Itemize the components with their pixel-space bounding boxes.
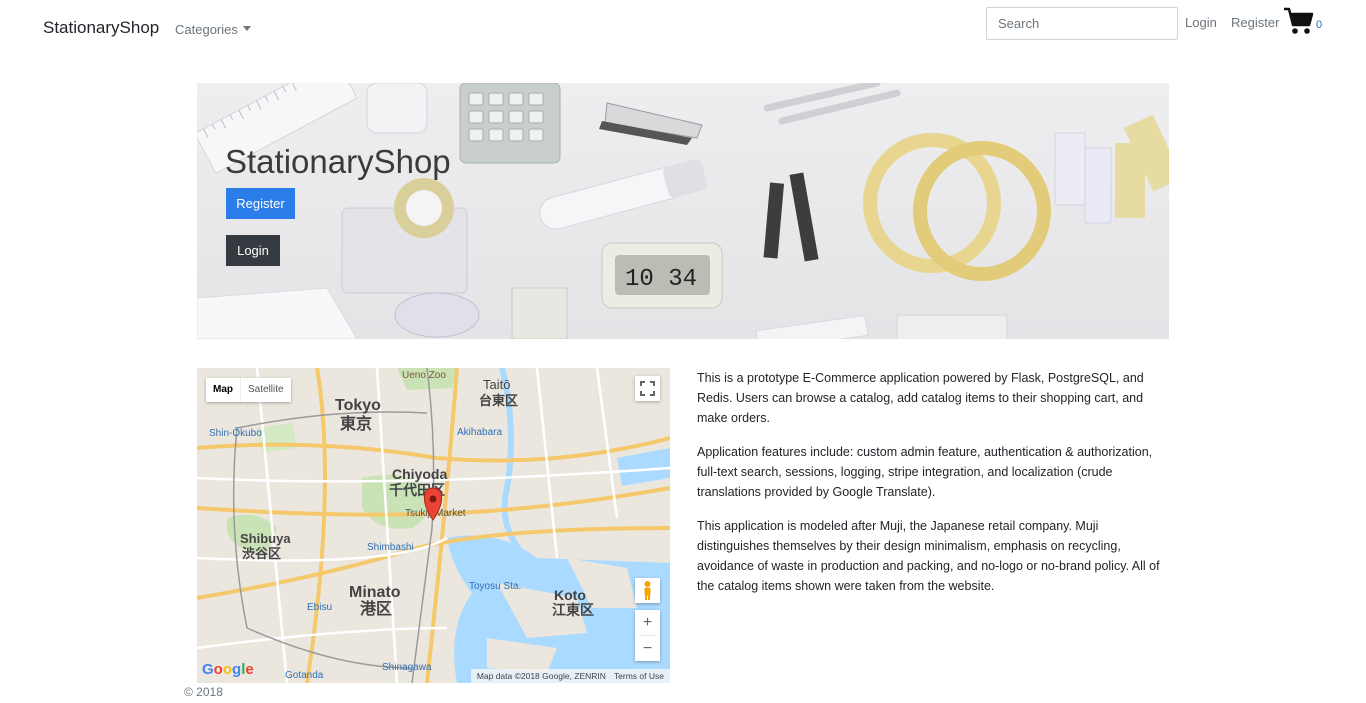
description-paragraph: This application is modeled after Muji, …	[697, 519, 1160, 593]
glue-stick-image	[539, 159, 708, 230]
map-tiles: Tokyo 東京 Taitō 台東区 Chiyoda 千代田区 Shibuya …	[197, 368, 670, 683]
svg-text:Chiyoda: Chiyoda	[392, 466, 447, 482]
binder-clips-image	[763, 172, 819, 262]
nav-register-link[interactable]: Register	[1231, 15, 1279, 30]
stationery-photo: 10 34	[197, 83, 1169, 339]
map-terms-link[interactable]: Terms of Use	[614, 671, 664, 681]
google-logo[interactable]: Google	[202, 661, 254, 678]
zoom-control: + −	[635, 610, 660, 661]
svg-text:Taitō: Taitō	[483, 377, 510, 392]
google-map[interactable]: Tokyo 東京 Taitō 台東区 Chiyoda 千代田区 Shibuya …	[197, 368, 670, 683]
svg-text:Ebisu: Ebisu	[307, 602, 332, 613]
svg-text:Koto: Koto	[554, 587, 586, 603]
street-view-pegman-icon[interactable]	[635, 578, 660, 603]
hero-register-button[interactable]: Register	[226, 188, 295, 219]
nav-login-link[interactable]: Login	[1185, 15, 1217, 30]
calculator-image	[459, 83, 561, 164]
tape-dispenser-image	[341, 178, 468, 294]
caret-down-icon	[242, 26, 251, 31]
svg-text:Akihabara: Akihabara	[457, 427, 502, 438]
svg-text:Toyosu Sta.: Toyosu Sta.	[469, 581, 521, 592]
svg-text:Tokyo: Tokyo	[335, 397, 381, 414]
description-paragraph: Application features include: custom adm…	[697, 445, 1153, 499]
clock-image: 10 34	[601, 242, 723, 309]
map-attribution: Map data ©2018 Google, ZENRIN Terms of Us…	[470, 669, 670, 683]
brand-link[interactable]: StationaryShop	[43, 18, 159, 38]
svg-text:港区: 港区	[360, 599, 392, 618]
sticky-note-blocks-image	[1054, 114, 1169, 224]
svg-text:台東区: 台東区	[479, 393, 518, 408]
svg-text:Minato: Minato	[349, 584, 401, 601]
fullscreen-icon[interactable]	[635, 376, 660, 401]
svg-text:東京: 東京	[340, 414, 372, 433]
map-type-satellite-button[interactable]: Satellite	[240, 378, 291, 402]
zoom-in-button[interactable]: +	[635, 610, 660, 635]
footer-copyright: © 2018	[184, 685, 223, 699]
svg-text:渋谷区: 渋谷区	[242, 546, 281, 561]
svg-text:Shin-Ōkubo: Shin-Ōkubo	[209, 427, 262, 439]
masking-tape-image	[863, 133, 1051, 281]
about-description: This is a prototype E-Commerce applicati…	[697, 368, 1173, 610]
categories-label: Categories	[175, 22, 238, 37]
shopping-cart-icon[interactable]	[1283, 6, 1315, 36]
hero-login-button[interactable]: Login	[226, 235, 280, 266]
svg-text:Ueno Zoo: Ueno Zoo	[402, 370, 446, 381]
search-input[interactable]	[986, 7, 1178, 40]
svg-text:Shimbashi: Shimbashi	[367, 542, 414, 553]
map-data-credit: Map data ©2018 Google, ZENRIN	[476, 671, 606, 681]
svg-text:10 34: 10 34	[625, 266, 697, 293]
cart-count-badge[interactable]: 0	[1316, 19, 1322, 31]
svg-text:江東区: 江東区	[552, 602, 594, 618]
zoom-out-button[interactable]: −	[635, 636, 660, 661]
hero-banner: 10 34 StationaryShop Register Login	[197, 83, 1169, 339]
map-type-control: Map Satellite	[206, 378, 291, 402]
stapler-image	[599, 102, 703, 145]
description-paragraph: This is a prototype E-Commerce applicati…	[697, 371, 1144, 425]
navbar: StationaryShop Categories Login Register…	[0, 0, 1366, 60]
svg-text:Gotanda: Gotanda	[285, 670, 324, 681]
categories-dropdown[interactable]: Categories	[175, 22, 251, 37]
svg-text:Shibuya: Shibuya	[240, 531, 291, 546]
map-type-map-button[interactable]: Map	[206, 378, 240, 402]
svg-text:Shinagawa: Shinagawa	[382, 662, 432, 673]
hero-title: StationaryShop	[225, 143, 451, 180]
